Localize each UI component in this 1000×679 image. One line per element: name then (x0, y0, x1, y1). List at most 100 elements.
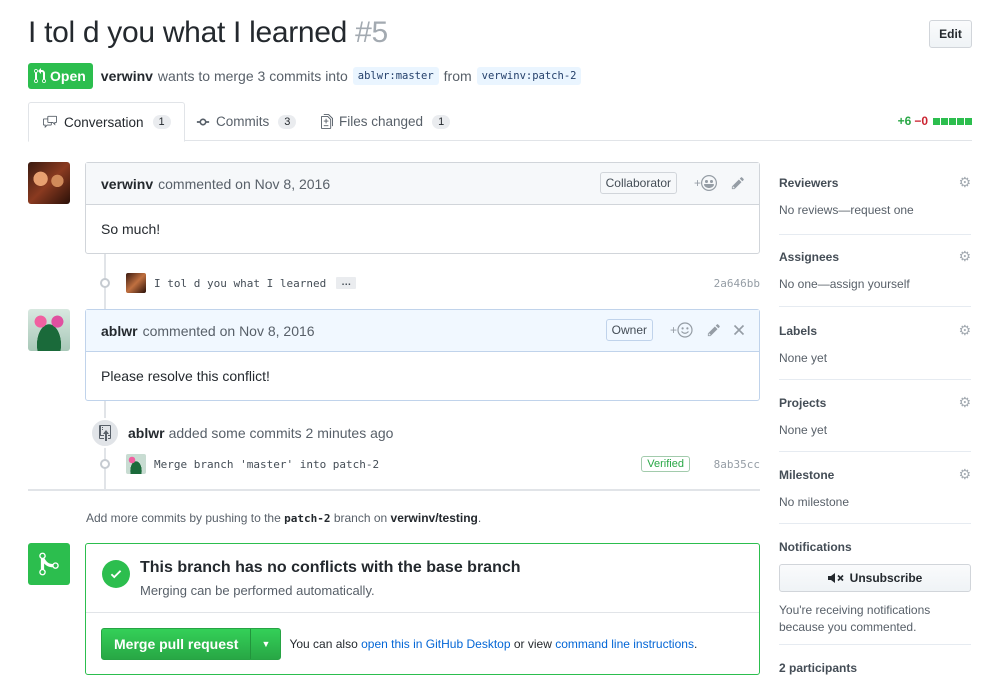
sidebar-milestone: Milestone ⚙ No milestone (779, 466, 971, 509)
sidebar-labels: Labels ⚙ None yet (779, 322, 971, 365)
comment-header: verwinv commented on Nov 8, 2016 Collabo… (86, 163, 759, 205)
sidebar-heading[interactable]: Reviewers ⚙ (779, 174, 971, 191)
sidebar-heading[interactable]: Assignees ⚙ (779, 248, 971, 265)
event-actor[interactable]: ablwr (128, 425, 165, 441)
comment-body: So much! (101, 221, 161, 237)
sidebar-value: None yet (779, 351, 828, 365)
tab-counter: 1 (432, 114, 451, 129)
comment-timestamp[interactable]: commented on Nov 8, 2016 (143, 323, 315, 339)
hint-repo: verwinv/testing (390, 511, 478, 525)
sidebar-projects: Projects ⚙ None yet (779, 394, 971, 437)
add-reaction-button[interactable]: + (694, 175, 717, 191)
divider (779, 644, 971, 645)
commit-sha[interactable]: 2a646bb (714, 277, 760, 290)
unsubscribe-button[interactable]: Unsubscribe (779, 564, 971, 592)
head-branch[interactable]: verwinv:patch-2 (476, 67, 582, 85)
commit-sha[interactable]: 8ab35cc (714, 458, 760, 471)
sidebar-value: None yet (779, 423, 828, 437)
check-icon (102, 560, 130, 588)
edit-button[interactable]: Edit (929, 20, 972, 48)
gear-icon[interactable]: ⚙ (958, 174, 971, 191)
timeline-event: ablwr added some commits 2 minutes ago (90, 418, 393, 448)
divider (779, 306, 971, 307)
divider (779, 234, 971, 235)
merge-panel: This branch has no conflicts with the ba… (85, 543, 760, 675)
add-reaction-button[interactable]: + (670, 322, 693, 338)
diffstat: +6 −0 (898, 114, 972, 128)
sidebar-notifications: Notifications Unsubscribe You're receivi… (779, 540, 971, 636)
chevron-down-icon[interactable]: ▼ (250, 629, 280, 659)
hint-text: branch on (333, 511, 388, 525)
tab-files-changed[interactable]: Files changed 1 (321, 102, 451, 141)
verified-badge[interactable]: Verified (641, 456, 690, 472)
pr-meta: Open verwinv wants to merge 3 commits in… (28, 63, 586, 89)
merge-status-subtitle: Merging can be performed automatically. (140, 583, 375, 598)
sidebar-heading: Notifications (779, 540, 852, 554)
author-link[interactable]: verwinv (101, 68, 153, 84)
pr-number: #5 (355, 16, 388, 49)
mute-icon (827, 573, 844, 583)
merge-alternatives: You can also open this in GitHub Desktop… (289, 637, 697, 651)
merge-actions: Merge pull request ▼ You can also open t… (86, 613, 759, 675)
smiley-icon (701, 175, 717, 191)
divider (779, 451, 971, 452)
page-title: I tol d you what I learned #5 (28, 16, 972, 50)
gear-icon[interactable]: ⚙ (958, 322, 971, 339)
gear-icon[interactable]: ⚙ (958, 394, 971, 411)
sidebar-value[interactable]: No reviews—request one (779, 203, 971, 217)
close-icon[interactable] (733, 323, 745, 339)
git-pull-request-icon (34, 68, 46, 84)
repo-push-icon (90, 418, 120, 448)
sidebar-reviewers: Reviewers ⚙ No reviews—request one (779, 174, 971, 217)
tab-label: Files changed (339, 114, 424, 129)
sidebar-heading[interactable]: Labels ⚙ (779, 322, 971, 339)
command-line-instructions-link[interactable]: command line instructions (555, 637, 694, 651)
merge-button-group: Merge pull request ▼ (101, 628, 282, 660)
event-text: added some commits 2 minutes ago (168, 425, 394, 441)
pr-title: I tol d you what I learned (28, 16, 348, 49)
smiley-icon (677, 322, 693, 338)
avatar[interactable] (126, 454, 146, 474)
participants-count: 2 participants (779, 661, 858, 675)
commit-row: Merge branch 'master' into patch-2 Verif… (100, 454, 760, 474)
tab-counter: 3 (278, 114, 297, 129)
expand-commit-button[interactable]: … (336, 277, 357, 289)
commit-message[interactable]: Merge branch 'master' into patch-2 (154, 458, 379, 471)
comment-discussion-icon (43, 115, 57, 129)
base-branch[interactable]: ablwr:master (352, 67, 439, 85)
sidebar-value[interactable]: No one—assign yourself (779, 277, 971, 291)
avatar[interactable] (28, 309, 70, 351)
sidebar-heading[interactable]: Milestone ⚙ (779, 466, 971, 483)
comment-author[interactable]: ablwr (101, 323, 138, 339)
unsubscribe-label: Unsubscribe (849, 571, 923, 585)
sidebar-assignees: Assignees ⚙ No one—assign yourself (779, 248, 971, 291)
avatar[interactable] (28, 162, 70, 204)
commit-row: I tol d you what I learned … 2a646bb (100, 273, 760, 293)
comment-author[interactable]: verwinv (101, 176, 153, 192)
gear-icon[interactable]: ⚙ (958, 466, 971, 483)
open-desktop-link[interactable]: open this in GitHub Desktop (361, 637, 510, 651)
commit-dot (100, 278, 110, 288)
divider (779, 379, 971, 380)
tab-conversation[interactable]: Conversation 1 (28, 102, 185, 142)
comment-header: ablwr commented on Nov 8, 2016 Owner + (86, 310, 759, 352)
status-badge: Open (28, 63, 93, 89)
pr-header: I tol d you what I learned #5 Edit (28, 16, 972, 60)
commit-dot (100, 459, 110, 469)
gear-icon[interactable]: ⚙ (958, 248, 971, 265)
merge-pull-request-button[interactable]: Merge pull request (102, 629, 250, 659)
divider (779, 523, 971, 524)
pencil-icon[interactable] (731, 176, 745, 193)
comment: ablwr commented on Nov 8, 2016 Owner + P… (85, 309, 760, 401)
role-label: Collaborator (599, 172, 677, 194)
tab-commits[interactable]: Commits 3 (196, 102, 297, 141)
pencil-icon[interactable] (707, 323, 721, 340)
avatar[interactable] (126, 273, 146, 293)
pr-tabs: Conversation 1 Commits 3 Files changed 1… (28, 102, 972, 142)
tab-label: Conversation (64, 114, 144, 130)
push-hint: Add more commits by pushing to the patch… (86, 511, 481, 525)
commit-message[interactable]: I tol d you what I learned (154, 277, 326, 290)
comment-timestamp[interactable]: commented on Nov 8, 2016 (158, 176, 330, 192)
hint-text: Add more commits by pushing to the (86, 511, 281, 525)
sidebar-heading[interactable]: Projects ⚙ (779, 394, 971, 411)
